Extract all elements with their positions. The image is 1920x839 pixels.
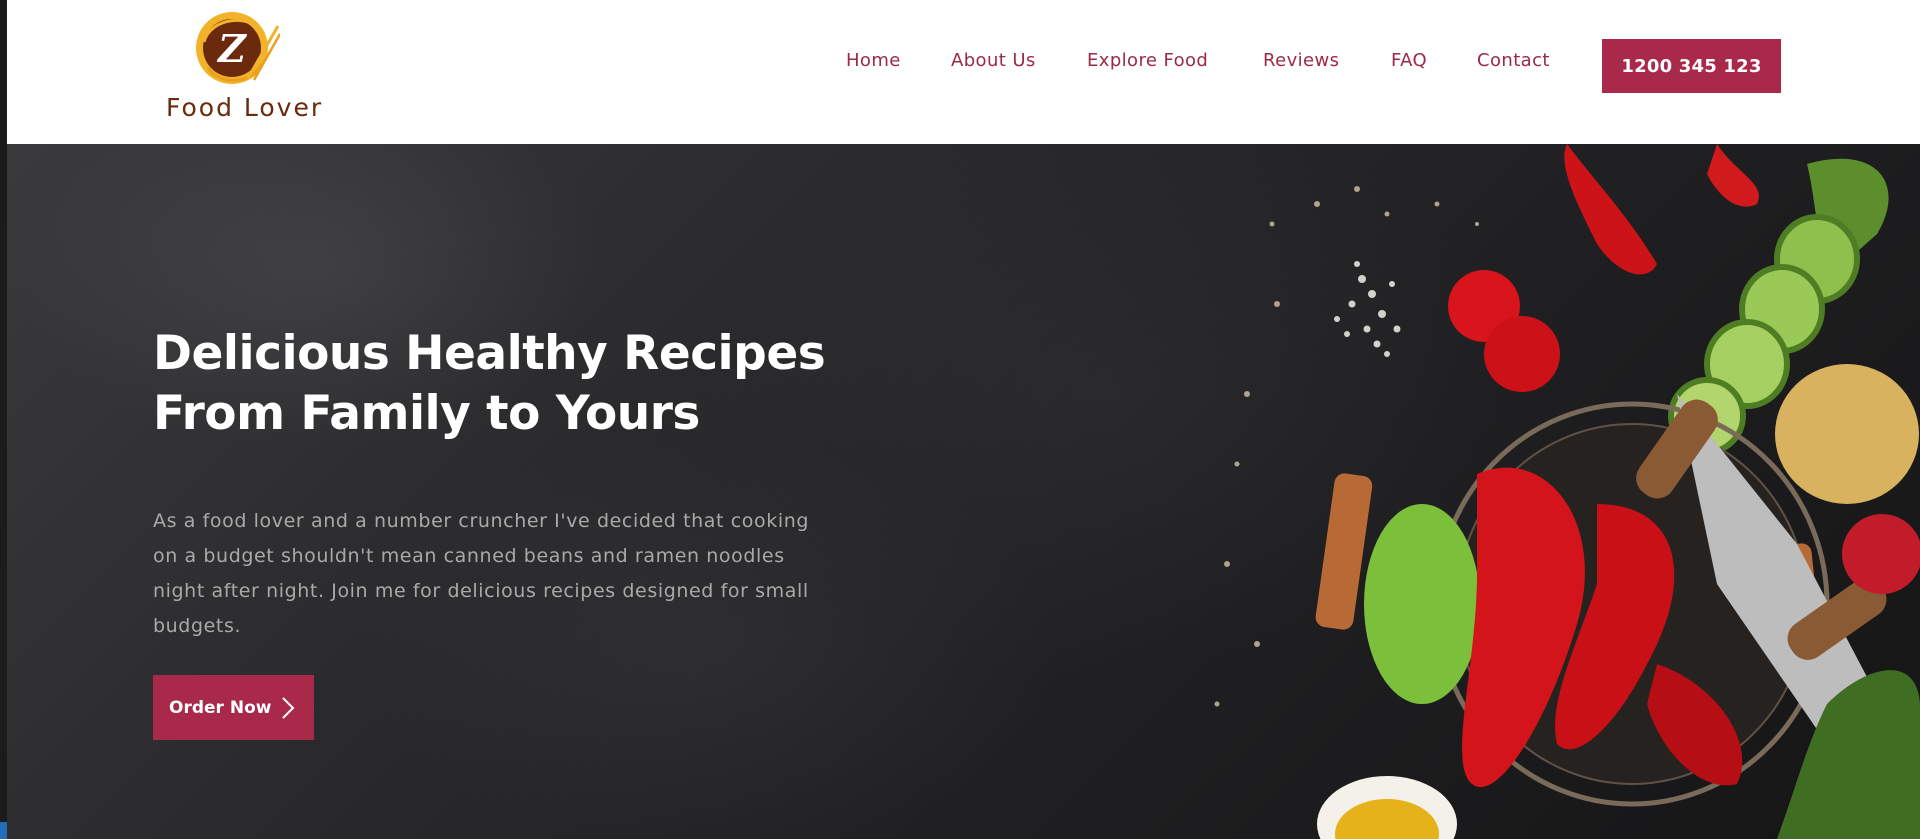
left-edge-marker (0, 822, 7, 839)
hero-description: As a food lover and a number cruncher I'… (153, 510, 810, 637)
nav-about-us[interactable]: About Us (951, 50, 1036, 71)
hero-title: Delicious Healthy Recipes From Family to… (153, 324, 873, 444)
left-edge-strip (0, 0, 7, 839)
nav-explore-food[interactable]: Explore Food (1087, 50, 1208, 71)
order-now-button[interactable]: Order Now (153, 675, 314, 740)
logo-mark-icon: Z (196, 12, 280, 84)
order-now-label: Order Now (169, 697, 272, 718)
hero-section: Delicious Healthy Recipes From Family to… (7, 144, 1920, 839)
nav-reviews[interactable]: Reviews (1263, 50, 1339, 71)
vegetables-image (1214, 144, 1920, 839)
nav-contact[interactable]: Contact (1477, 50, 1550, 71)
hero-title-line-2: From Family to Yours (153, 386, 700, 441)
chevron-right-icon (282, 696, 295, 719)
nav-home[interactable]: Home (846, 50, 901, 71)
site-logo[interactable]: Z Food Lover (160, 8, 350, 122)
phone-button[interactable]: 1200 345 123 (1602, 39, 1781, 93)
hero-title-line-1: Delicious Healthy Recipes (153, 326, 826, 381)
site-header: Z Food Lover Home About Us Explore Food … (7, 0, 1920, 144)
svg-text:Z: Z (216, 26, 247, 71)
logo-text: Food Lover (166, 93, 324, 122)
nav-faq[interactable]: FAQ (1391, 50, 1427, 71)
